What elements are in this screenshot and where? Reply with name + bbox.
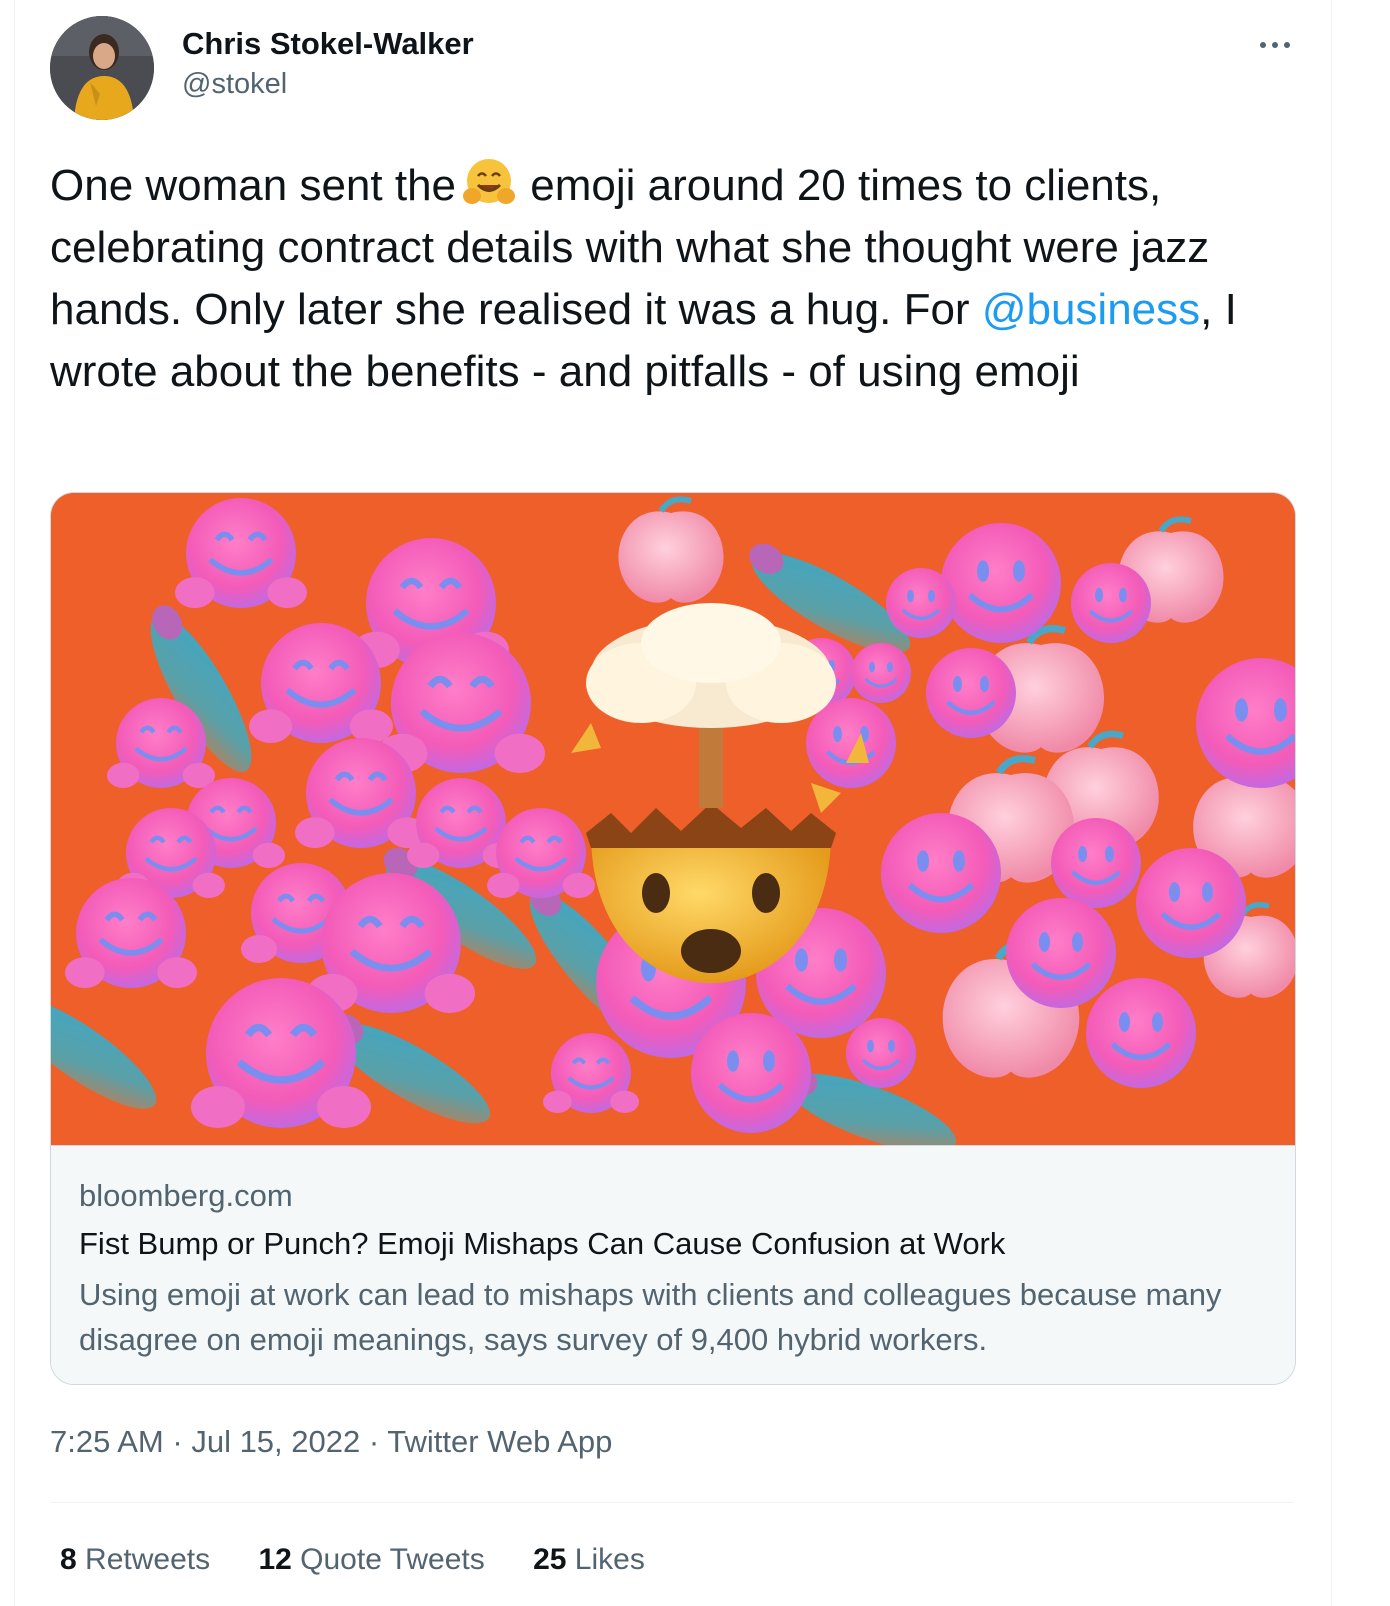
likes-label: Likes: [574, 1543, 645, 1576]
card-title: Fist Bump or Punch? Emoji Mishaps Can Ca…: [79, 1226, 1006, 1261]
mention-link[interactable]: @business: [982, 285, 1200, 334]
likes-stat[interactable]: 25 Likes: [533, 1540, 645, 1580]
card-image: [51, 493, 1295, 1169]
timeline-border-left: [14, 0, 15, 1606]
card-domain: bloomberg.com: [79, 1178, 293, 1213]
quote-tweets-label: Quote Tweets: [300, 1543, 485, 1576]
retweets-stat[interactable]: 8 Retweets: [60, 1540, 210, 1580]
likes-count: 25: [533, 1543, 567, 1576]
tweet-metadata: 7:25 AM · Jul 15, 2022 · Twitter Web App: [50, 1420, 612, 1464]
tweet-time[interactable]: 7:25 AM: [50, 1424, 164, 1459]
link-preview-card[interactable]: bloomberg.com Fist Bump or Punch? Emoji …: [50, 492, 1296, 1385]
quote-tweets-count: 12: [258, 1543, 292, 1576]
author-handle[interactable]: @stokel: [182, 64, 474, 104]
card-description: Using emoji at work can lead to mishaps …: [79, 1277, 1222, 1357]
emoji-collage-illustration: [51, 493, 1295, 1169]
quote-tweets-stat[interactable]: 12 Quote Tweets: [258, 1540, 484, 1580]
tweet-text: One woman sent the emoji around 20 times…: [50, 155, 1330, 403]
more-dot: [1284, 42, 1290, 48]
more-options-icon[interactable]: [1256, 30, 1304, 60]
more-dot: [1260, 42, 1266, 48]
avatar-photo: [50, 16, 154, 120]
avatar[interactable]: [50, 16, 154, 120]
hugging-face-emoji-icon: [456, 158, 518, 208]
tweet-date[interactable]: Jul 15, 2022: [191, 1424, 360, 1459]
tweet-text-part1: One woman sent the: [50, 161, 457, 210]
retweets-label: Retweets: [85, 1543, 211, 1576]
more-dot: [1272, 42, 1278, 48]
timeline-border-right: [1331, 0, 1332, 1606]
card-meta: bloomberg.com Fist Bump or Punch? Emoji …: [51, 1145, 1295, 1384]
tweet-author: Chris Stokel-Walker @stokel: [182, 24, 474, 104]
meta-separator: ·: [172, 1424, 183, 1459]
author-display-name[interactable]: Chris Stokel-Walker: [182, 24, 474, 64]
tweet-stats: 8 Retweets 12 Quote Tweets 25 Likes: [60, 1540, 685, 1580]
tweet-source[interactable]: Twitter Web App: [387, 1424, 612, 1459]
meta-separator: ·: [368, 1424, 380, 1459]
retweets-count: 8: [60, 1543, 77, 1576]
stats-divider: [50, 1502, 1294, 1503]
